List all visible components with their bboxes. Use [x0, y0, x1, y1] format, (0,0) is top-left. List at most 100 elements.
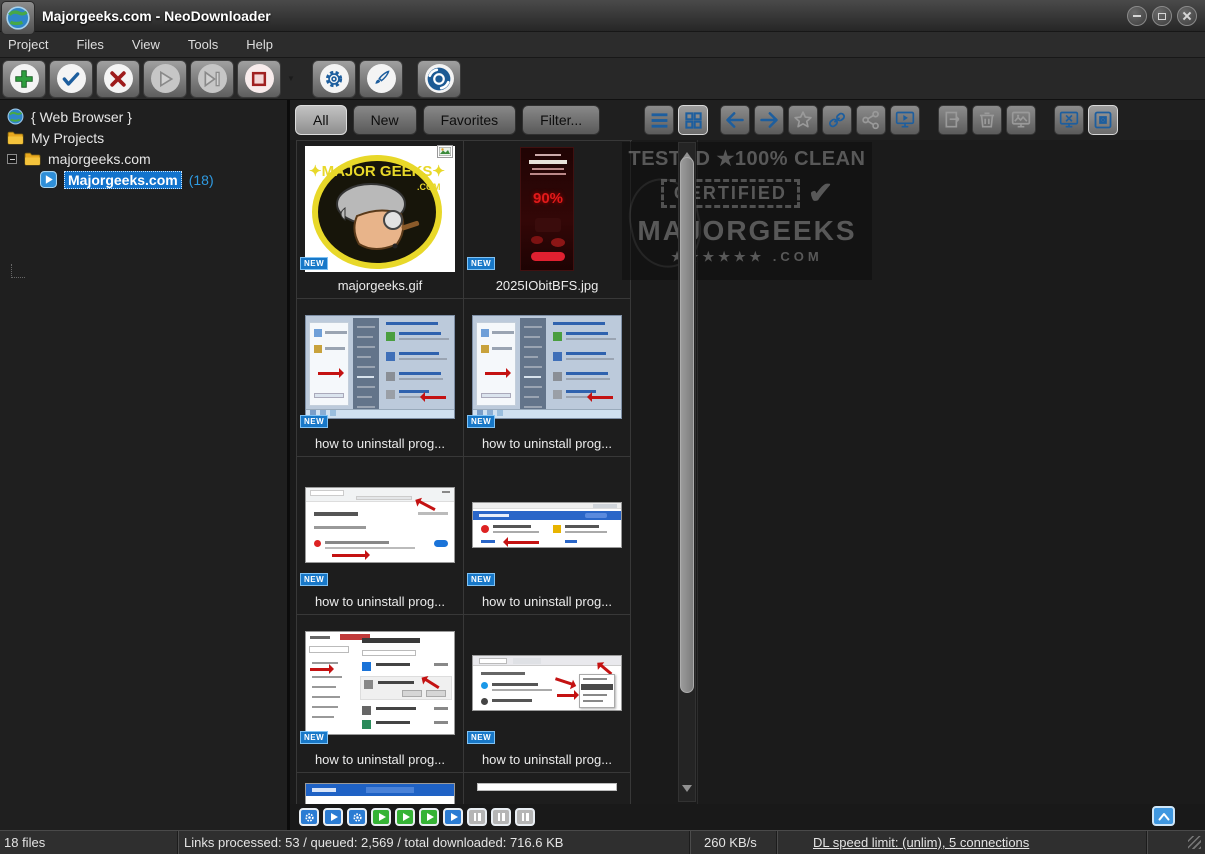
delete-project-button[interactable]	[96, 59, 140, 98]
file-cell[interactable]: NEW how to uninstall prog...	[297, 457, 464, 615]
folder-icon	[7, 131, 24, 145]
red-arrow	[310, 664, 334, 674]
red-arrow	[587, 392, 613, 402]
scrollbar-thumb[interactable]	[680, 157, 694, 693]
file-cell[interactable]: NEW how to uninstall prog...	[464, 457, 631, 615]
connection-pause-icon[interactable]	[467, 808, 487, 826]
thumbnail: NEW	[297, 299, 463, 434]
selected-project-label: Majorgeeks.com	[64, 170, 182, 189]
resize-grip[interactable]	[1188, 836, 1201, 849]
connection-play-icon[interactable]	[323, 808, 343, 826]
thumbnail: ✦MAJOR GEEKS✦ .COM NEW	[297, 141, 463, 276]
fullscreen-button[interactable]	[1088, 105, 1119, 135]
tree-item-my-projects[interactable]: My Projects	[0, 127, 287, 148]
tab-all[interactable]: All	[295, 105, 347, 135]
close-icon	[1182, 11, 1192, 21]
stop-button[interactable]	[237, 59, 281, 98]
menu-files[interactable]: Files	[76, 37, 103, 52]
connection-pause-icon[interactable]	[515, 808, 535, 826]
tree-label: { Web Browser }	[31, 108, 132, 125]
thumbnail-image: ✦MAJOR GEEKS✦ .COM	[305, 145, 455, 272]
slideshow-button[interactable]	[890, 105, 921, 135]
tab-new[interactable]: New	[352, 105, 417, 135]
brush-icon	[366, 64, 396, 93]
file-cell[interactable]: NEW how to uninstall prog...	[297, 299, 464, 457]
connection-play-icon[interactable]	[395, 808, 415, 826]
file-cell[interactable]: NEW how to uninstall prog...	[297, 615, 464, 773]
neodownloader-button[interactable]	[417, 59, 461, 98]
tab-filter[interactable]: Filter...	[522, 105, 601, 135]
connection-play-icon[interactable]	[443, 808, 463, 826]
connection-play-icon[interactable]	[419, 808, 439, 826]
file-name: how to uninstall prog...	[481, 752, 613, 767]
new-badge: NEW	[300, 573, 329, 586]
add-icon	[9, 64, 39, 93]
back-button[interactable]	[720, 105, 751, 135]
delete-file-button	[972, 105, 1003, 135]
file-cell[interactable]: ✦MAJOR GEEKS✦ .COM NEW majorgeeks.gif	[297, 141, 464, 299]
tree-item-majorgeeks-project[interactable]: Majorgeeks.com (18)	[0, 169, 287, 190]
open-link-icon	[829, 112, 846, 128]
speed-limit-link[interactable]: DL speed limit: (unlim), 5 connections	[813, 835, 1029, 850]
file-cell[interactable]	[297, 773, 464, 804]
tree-connector	[11, 264, 12, 278]
file-cell[interactable]: NEW how to uninstall prog...	[464, 615, 631, 773]
menu-help[interactable]: Help	[246, 37, 273, 52]
new-badge: NEW	[300, 415, 329, 428]
connection-gear-icon[interactable]	[347, 808, 367, 826]
maximize-button[interactable]	[1152, 6, 1172, 26]
vertical-scrollbar[interactable]	[678, 142, 696, 802]
tree-item-majorgeeks-folder[interactable]: majorgeeks.com	[0, 148, 287, 169]
menu-view[interactable]: View	[132, 37, 160, 52]
folder-icon	[24, 152, 41, 166]
connection-play-icon[interactable]	[371, 808, 391, 826]
add-project-button[interactable]	[2, 59, 46, 98]
thumbnail	[464, 773, 630, 804]
file-cell[interactable]: 90% NEW 2025IObitBFS.jpg	[464, 141, 631, 299]
preview-window-button[interactable]	[1054, 105, 1085, 135]
thumbnail-view-button[interactable]	[678, 105, 709, 135]
menu-tools[interactable]: Tools	[188, 37, 218, 52]
close-button[interactable]	[1177, 6, 1197, 26]
stop-icon	[244, 64, 274, 93]
window-title: Majorgeeks.com - NeoDownloader	[42, 7, 271, 24]
project-file-count: (18)	[188, 171, 214, 188]
red-arrow	[485, 368, 511, 378]
red-arrow	[332, 550, 370, 560]
tree-label: majorgeeks.com	[48, 150, 151, 167]
globe-icon	[7, 108, 24, 125]
menu-bar: Project Files View Tools Help	[0, 32, 1205, 58]
red-arrow	[420, 392, 446, 402]
tab-favorites[interactable]: Favorites	[422, 105, 517, 135]
filter-tab-bar: All New Favorites Filter...	[290, 100, 1205, 140]
open-link-button[interactable]	[822, 105, 853, 135]
red-arrow	[557, 690, 579, 700]
tree-item-web-browser[interactable]: { Web Browser }	[0, 106, 287, 127]
scroll-to-top-button[interactable]	[1152, 806, 1175, 826]
collapse-icon[interactable]	[7, 153, 17, 164]
preview-monitor-icon	[1060, 111, 1079, 128]
forward-button[interactable]	[754, 105, 785, 135]
connection-pause-icon[interactable]	[491, 808, 511, 826]
status-bar: 18 files Links processed: 53 / queued: 2…	[0, 830, 1205, 854]
file-cell[interactable]	[464, 773, 631, 804]
list-view-icon	[651, 112, 668, 128]
gear-icon	[319, 64, 349, 93]
file-cell[interactable]: NEW how to uninstall prog...	[464, 299, 631, 457]
minimize-button[interactable]	[1127, 6, 1147, 26]
settings-button[interactable]	[312, 59, 356, 98]
thumbnail-image	[305, 314, 455, 419]
scroll-down-icon[interactable]	[682, 785, 692, 797]
menu-project[interactable]: Project	[8, 37, 48, 52]
list-view-button[interactable]	[644, 105, 675, 135]
file-name: how to uninstall prog...	[314, 594, 446, 609]
app-window: Majorgeeks.com - NeoDownloader Project F…	[0, 0, 1205, 854]
check-icon	[56, 64, 86, 93]
connection-controls	[290, 804, 1205, 830]
stop-dropdown-icon[interactable]: ▼	[284, 60, 298, 98]
start-icon	[150, 64, 180, 93]
thumbnail-workspace: ✦MAJOR GEEKS✦ .COM NEW majorgeeks.gif 90…	[290, 140, 1205, 804]
skin-button[interactable]	[359, 59, 403, 98]
connection-gear-icon[interactable]	[299, 808, 319, 826]
check-button[interactable]	[49, 59, 93, 98]
